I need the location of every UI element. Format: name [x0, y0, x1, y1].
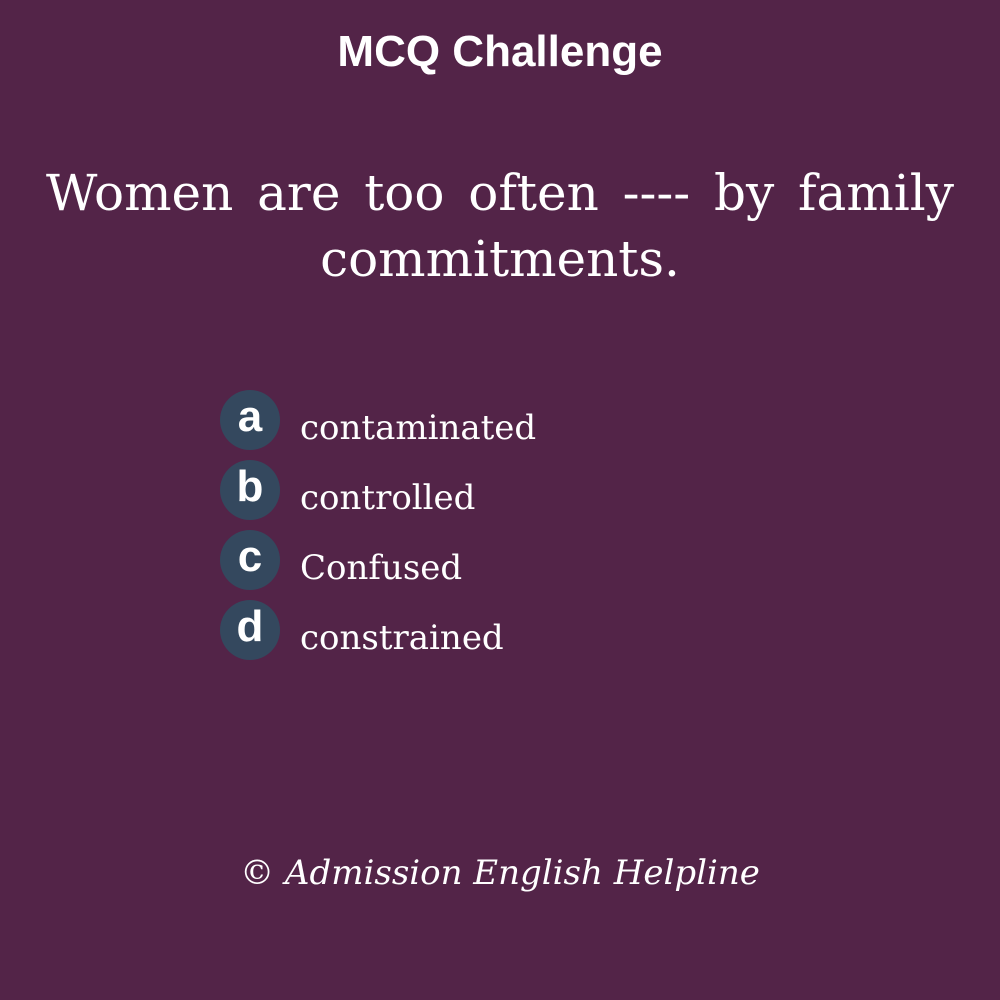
page-title: MCQ Challenge: [337, 27, 663, 76]
option-d-badge: d: [220, 600, 280, 660]
option-b-label: controlled: [300, 478, 476, 518]
question-text: Women are too often ---- by family commi…: [46, 164, 954, 288]
option-c-badge: c: [220, 530, 280, 590]
option-d-label: constrained: [300, 618, 504, 658]
option-c-label: Confused: [300, 548, 463, 588]
option-a-badge: a: [220, 390, 280, 450]
option-b-badge: b: [220, 460, 280, 520]
copyright-footer: © Admission English Helpline: [240, 853, 760, 893]
option-a-label: contaminated: [300, 408, 537, 448]
